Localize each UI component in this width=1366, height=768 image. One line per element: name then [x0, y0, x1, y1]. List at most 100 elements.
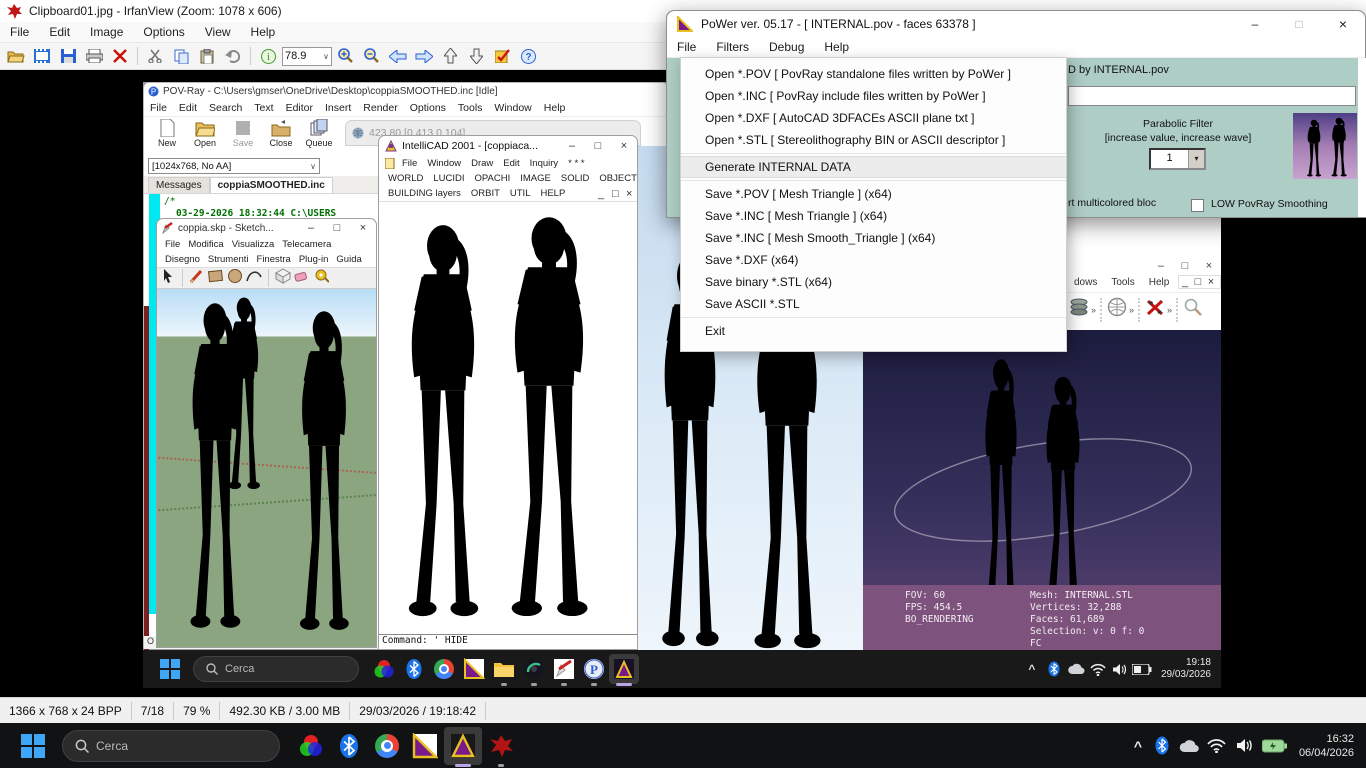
mdi-minimize-icon[interactable]: _	[593, 188, 605, 200]
intellicad-command-line[interactable]: Command: ' HIDE	[379, 634, 637, 649]
menu-item-save-pov[interactable]: Save *.POV [ Mesh Triangle ] (x64)	[681, 183, 1066, 205]
pov-menu-tools[interactable]: Tools	[452, 102, 489, 114]
sk-menu-strumenti[interactable]: Strumenti	[204, 254, 253, 265]
close-icon[interactable]: ×	[1197, 260, 1221, 272]
pencil-tool-icon[interactable]	[189, 268, 205, 289]
battery-tray-icon[interactable]	[1259, 739, 1291, 753]
next-image-icon[interactable]	[412, 45, 436, 67]
pushpull-tool-icon[interactable]	[275, 268, 291, 289]
select-tool-icon[interactable]	[160, 268, 176, 289]
expand-icon[interactable]: »	[1167, 305, 1172, 315]
cut-icon[interactable]	[143, 45, 167, 67]
wifi-tray-icon[interactable]	[1087, 663, 1109, 676]
close-icon[interactable]: ×	[350, 222, 376, 234]
expand-icon[interactable]: »	[1091, 305, 1096, 315]
tape-measure-tool-icon[interactable]	[313, 269, 329, 288]
onedrive-tray-icon[interactable]	[1175, 739, 1203, 753]
icad-menu-building[interactable]: BUILDING layers	[383, 188, 466, 199]
power-app-icon[interactable]	[459, 654, 489, 684]
maximize-icon[interactable]: □	[1277, 17, 1321, 31]
iv-menu-options[interactable]: Options	[133, 25, 194, 39]
pov-menu-search[interactable]: Search	[203, 102, 248, 114]
icad-menu-inquiry[interactable]: Inquiry	[525, 158, 564, 169]
icad-menu-window[interactable]: Window	[422, 158, 466, 169]
intellicad-canvas[interactable]	[379, 201, 637, 634]
save-icon[interactable]	[56, 45, 80, 67]
menu-item-exit[interactable]: Exit	[681, 320, 1066, 342]
eraser-tool-icon[interactable]	[294, 269, 310, 287]
search-input[interactable]: Cerca	[193, 656, 359, 682]
open-icon[interactable]	[4, 45, 28, 67]
menu-item-save-inc-smooth[interactable]: Save *.INC [ Mesh Smooth_Triangle ] (x64…	[681, 227, 1066, 249]
help-icon[interactable]: ?	[516, 45, 540, 67]
tab-coppiasmoothed[interactable]: coppiaSMOOTHED.inc	[210, 177, 333, 193]
minimize-icon[interactable]: –	[298, 222, 324, 234]
batch-check-icon[interactable]	[490, 45, 514, 67]
layers-stack-icon[interactable]	[1069, 298, 1089, 321]
low-smoothing-checkbox[interactable]	[1191, 199, 1204, 212]
pov-menu-render[interactable]: Render	[357, 102, 403, 114]
color-app-icon[interactable]	[369, 654, 399, 684]
icad-menu-opachi[interactable]: OPACHI	[470, 173, 516, 184]
bluetooth-tray-icon[interactable]	[1043, 661, 1065, 677]
icad-menu-util[interactable]: UTIL	[505, 188, 536, 199]
search-input[interactable]: Cerca	[62, 730, 280, 762]
circle-tool-icon[interactable]	[227, 268, 243, 289]
expand-icon[interactable]: »	[1129, 305, 1134, 315]
stl-menu-help[interactable]: Help	[1142, 277, 1177, 288]
stl-menu-windows[interactable]: dows	[1067, 277, 1104, 288]
zoom-select[interactable]: 78.9∨	[282, 47, 332, 66]
povray-taskbar-icon[interactable]: P	[579, 654, 609, 684]
wifi-tray-icon[interactable]	[1203, 738, 1231, 753]
stl-menu-tools[interactable]: Tools	[1104, 277, 1141, 288]
mdi-close-icon[interactable]: ×	[621, 188, 633, 200]
thumbnails-icon[interactable]	[30, 45, 54, 67]
render-resolution-select[interactable]: [1024x768, No AA]∨	[148, 158, 320, 174]
mdi-minimize-icon[interactable]: _	[1179, 276, 1191, 288]
power-active-icon[interactable]	[444, 727, 482, 765]
sketchup-taskbar-icon[interactable]	[549, 654, 579, 684]
intellicad2001-taskbar-icon[interactable]	[609, 654, 639, 684]
iv-menu-edit[interactable]: Edit	[39, 25, 80, 39]
undo-icon[interactable]	[221, 45, 245, 67]
iv-menu-view[interactable]: View	[195, 25, 241, 39]
paste-icon[interactable]	[195, 45, 219, 67]
pov-menu-edit[interactable]: Edit	[173, 102, 203, 114]
tab-messages[interactable]: Messages	[148, 177, 210, 193]
zoom-in-icon[interactable]	[334, 45, 358, 67]
rectangle-tool-icon[interactable]	[208, 269, 224, 288]
delete-icon[interactable]	[108, 45, 132, 67]
file-explorer-icon[interactable]	[489, 654, 519, 684]
pov-menu-options[interactable]: Options	[404, 102, 452, 114]
sk-menu-file[interactable]: File	[161, 239, 184, 250]
menu-item-save-binary-stl[interactable]: Save binary *.STL (x64)	[681, 271, 1066, 293]
pov-menu-text[interactable]: Text	[248, 102, 279, 114]
menu-item-open-dxf[interactable]: Open *.DXF [ AutoCAD 3DFACEs ASCII plane…	[681, 107, 1066, 129]
icad-menu-draw[interactable]: Draw	[466, 158, 498, 169]
icad-menu-image[interactable]: IMAGE	[515, 173, 556, 184]
print-icon[interactable]	[82, 45, 106, 67]
sk-menu-modifica[interactable]: Modifica	[184, 239, 227, 250]
maximize-icon[interactable]: □	[585, 140, 611, 152]
chrome-icon[interactable]	[429, 654, 459, 684]
prev-image-icon[interactable]	[386, 45, 410, 67]
start-button[interactable]	[155, 654, 185, 684]
first-image-icon[interactable]	[438, 45, 462, 67]
tray-clock[interactable]: 16:32 06/04/2026	[1299, 732, 1354, 760]
pw-menu-debug[interactable]: Debug	[759, 40, 814, 54]
pw-menu-help[interactable]: Help	[814, 40, 859, 54]
power-app-icon[interactable]	[406, 727, 444, 765]
close-icon[interactable]: ×	[611, 140, 637, 152]
menu-item-save-ascii-stl[interactable]: Save ASCII *.STL	[681, 293, 1066, 315]
sk-menu-telecamera[interactable]: Telecamera	[278, 239, 335, 250]
iv-menu-file[interactable]: File	[0, 25, 39, 39]
sketchup-canvas[interactable]	[157, 289, 376, 647]
pov-new-button[interactable]: New	[150, 119, 184, 148]
icad-menu-lucidi[interactable]: LUCIDI	[428, 173, 469, 184]
stl-viewer-3d-canvas[interactable]: FOV: 60 FPS: 454.5 BO_RENDERING Mesh: IN…	[863, 330, 1221, 650]
tray-clock[interactable]: 19:18 29/03/2026	[1161, 657, 1211, 681]
iv-menu-image[interactable]: Image	[80, 25, 133, 39]
minimize-icon[interactable]: –	[1149, 260, 1173, 272]
search-icon[interactable]	[1183, 297, 1203, 322]
bluetooth-app-icon[interactable]	[399, 654, 429, 684]
